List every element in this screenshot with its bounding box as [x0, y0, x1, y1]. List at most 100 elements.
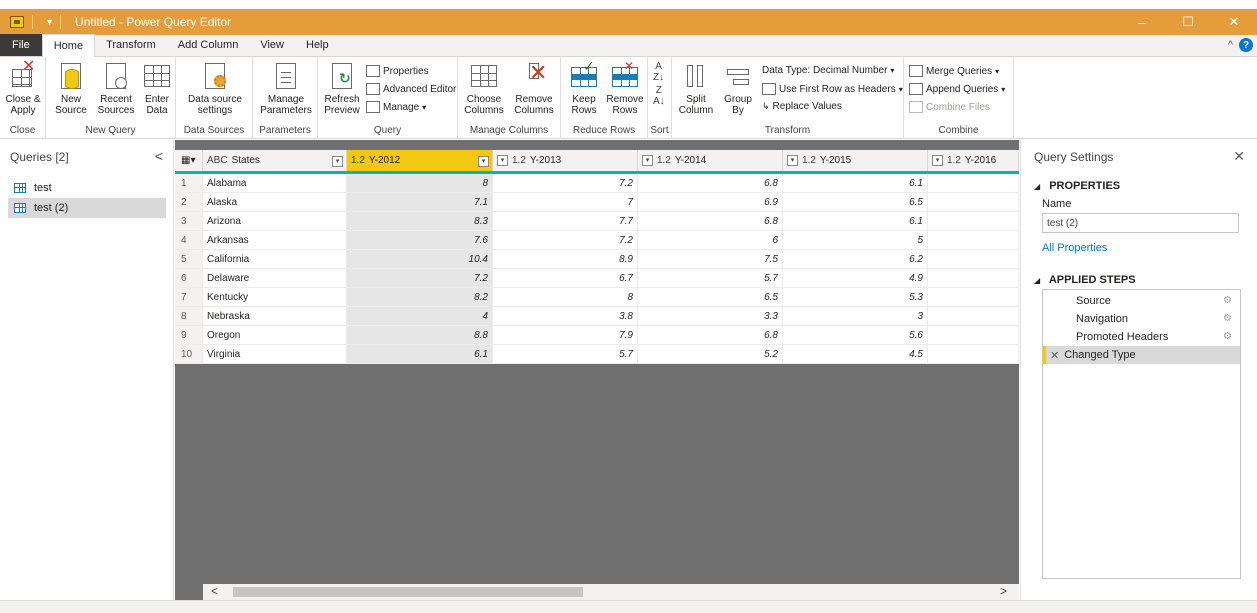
cell-y-2014[interactable]: 6.8	[638, 174, 783, 192]
applied-steps-section[interactable]: ◢ APPLIED STEPS	[1034, 274, 1136, 286]
step-settings-gear-icon[interactable]: ⚙	[1223, 313, 1232, 324]
cell-y-2015[interactable]: 5.6	[783, 326, 928, 344]
cell-y-2016[interactable]	[928, 326, 1019, 344]
keep-rows-button[interactable]: ✓ Keep Rows	[565, 59, 603, 116]
column-header-states[interactable]: ABC States ▾	[203, 150, 347, 171]
use-first-row-headers-button[interactable]: Use First Row as Headers ▾	[762, 83, 903, 95]
refresh-preview-button[interactable]: ↻ Refresh Preview	[322, 61, 362, 116]
cell-state[interactable]: California	[203, 250, 347, 268]
table-row[interactable]: 10 Virginia 6.1 5.7 5.2 4.5	[175, 345, 1019, 364]
cell-y-2012[interactable]: 4	[347, 307, 493, 325]
row-number[interactable]: 5	[175, 250, 203, 268]
table-row[interactable]: 8 Nebraska 4 3.8 3.3 3	[175, 307, 1019, 326]
cell-state[interactable]: Arkansas	[203, 231, 347, 249]
advanced-editor-button[interactable]: Advanced Editor	[366, 83, 456, 95]
enter-data-button[interactable]: Enter Data	[142, 61, 172, 116]
cell-y-2015[interactable]: 6.5	[783, 193, 928, 211]
manage-parameters-button[interactable]: Manage Parameters	[257, 61, 315, 116]
tab-help[interactable]: Help	[295, 34, 340, 56]
properties-button[interactable]: Properties	[366, 65, 429, 77]
cell-state[interactable]: Alaska	[203, 193, 347, 211]
minimize-button[interactable]: –	[1119, 9, 1165, 35]
cell-y-2015[interactable]: 4.9	[783, 269, 928, 287]
tab-home[interactable]: Home	[41, 34, 96, 57]
append-queries-button[interactable]: Append Queries ▾	[909, 83, 1005, 95]
filter-dropdown-icon[interactable]: ▾	[478, 156, 489, 167]
cell-y-2015[interactable]: 3	[783, 307, 928, 325]
scroll-right-icon[interactable]: >	[1000, 584, 1007, 598]
horizontal-scrollbar[interactable]: < >	[203, 584, 1019, 600]
cell-y-2013[interactable]: 7.9	[493, 326, 638, 344]
cell-y-2013[interactable]: 8.9	[493, 250, 638, 268]
row-number[interactable]: 6	[175, 269, 203, 287]
cell-y-2016[interactable]	[928, 250, 1019, 268]
scroll-left-icon[interactable]: <	[211, 584, 218, 598]
scrollbar-thumb[interactable]	[233, 587, 583, 597]
row-number[interactable]: 1	[175, 174, 203, 192]
cell-y-2016[interactable]	[928, 193, 1019, 211]
collapse-ribbon-icon[interactable]: ^	[1228, 39, 1233, 51]
cell-y-2012[interactable]: 8.8	[347, 326, 493, 344]
tab-view[interactable]: View	[249, 34, 295, 56]
filter-dropdown-icon[interactable]: ▾	[332, 156, 343, 167]
cell-y-2016[interactable]	[928, 231, 1019, 249]
step-settings-gear-icon[interactable]: ⚙	[1223, 295, 1232, 306]
row-number[interactable]: 2	[175, 193, 203, 211]
cell-y-2014[interactable]: 6.9	[638, 193, 783, 211]
replace-values-button[interactable]: ↳ Replace Values	[762, 101, 842, 112]
row-number[interactable]: 9	[175, 326, 203, 344]
cell-y-2014[interactable]: 3.3	[638, 307, 783, 325]
tab-file[interactable]: File	[0, 34, 42, 56]
cell-state[interactable]: Delaware	[203, 269, 347, 287]
cell-y-2016[interactable]	[928, 345, 1019, 363]
remove-columns-button[interactable]: ✕ Remove Columns	[510, 61, 558, 117]
cell-state[interactable]: Virginia	[203, 345, 347, 363]
cell-state[interactable]: Kentucky	[203, 288, 347, 306]
maximize-button[interactable]: ☐	[1165, 9, 1211, 35]
column-header-y-2013[interactable]: ▾ 1.2 Y-2013	[493, 150, 638, 171]
step-changed-type[interactable]: ✕ Changed Type	[1043, 346, 1240, 364]
data-source-settings-button[interactable]: Data source settings	[180, 61, 250, 116]
row-number[interactable]: 7	[175, 288, 203, 306]
sort-descending-button[interactable]: Z A↓	[653, 85, 665, 107]
cell-state[interactable]: Oregon	[203, 326, 347, 344]
split-column-button[interactable]: Split Column	[676, 61, 716, 116]
cell-y-2014[interactable]: 6.5	[638, 288, 783, 306]
cell-y-2016[interactable]	[928, 288, 1019, 306]
recent-sources-button[interactable]: Recent Sources	[96, 61, 136, 116]
table-row[interactable]: 3 Arizona 8.3 7.7 6.8 6.1	[175, 212, 1019, 231]
cell-y-2016[interactable]	[928, 212, 1019, 230]
cell-y-2015[interactable]: 6.1	[783, 174, 928, 192]
query-item-test[interactable]: test	[8, 178, 166, 198]
close-apply-button[interactable]: ✕ Close & Apply	[2, 59, 44, 117]
cell-y-2016[interactable]	[928, 269, 1019, 287]
close-button[interactable]: ✕	[1211, 9, 1257, 35]
remove-rows-button[interactable]: ✕ Remove Rows	[605, 60, 645, 116]
cell-y-2014[interactable]: 5.7	[638, 269, 783, 287]
cell-y-2015[interactable]: 6.1	[783, 212, 928, 230]
properties-section[interactable]: ◢ PROPERTIES	[1034, 180, 1120, 192]
step-settings-gear-icon[interactable]: ⚙	[1223, 331, 1232, 342]
row-number[interactable]: 4	[175, 231, 203, 249]
help-icon[interactable]: ?	[1239, 38, 1253, 52]
step-source[interactable]: Source ⚙	[1043, 292, 1240, 310]
cell-y-2014[interactable]: 6	[638, 231, 783, 249]
cell-y-2013[interactable]: 7.2	[493, 174, 638, 192]
cell-state[interactable]: Nebraska	[203, 307, 347, 325]
cell-y-2012[interactable]: 7.2	[347, 269, 493, 287]
table-row[interactable]: 9 Oregon 8.8 7.9 6.8 5.6	[175, 326, 1019, 345]
step-promoted-headers[interactable]: Promoted Headers ⚙	[1043, 328, 1240, 346]
manage-button[interactable]: Manage ▾	[366, 101, 426, 113]
query-name-input[interactable]	[1042, 213, 1239, 233]
filter-dropdown-icon[interactable]: ▾	[642, 155, 653, 166]
column-header-y-2014[interactable]: ▾ 1.2 Y-2014	[638, 150, 783, 171]
filter-dropdown-icon[interactable]: ▾	[932, 155, 943, 166]
cell-y-2012[interactable]: 7.1	[347, 193, 493, 211]
query-item-test-2[interactable]: test (2)	[8, 198, 166, 218]
cell-y-2014[interactable]: 7.5	[638, 250, 783, 268]
step-navigation[interactable]: Navigation ⚙	[1043, 310, 1240, 328]
cell-state[interactable]: Alabama	[203, 174, 347, 192]
close-settings-icon[interactable]: ✕	[1233, 148, 1245, 165]
collapse-queries-icon[interactable]: <	[155, 148, 163, 164]
cell-y-2014[interactable]: 6.8	[638, 326, 783, 344]
